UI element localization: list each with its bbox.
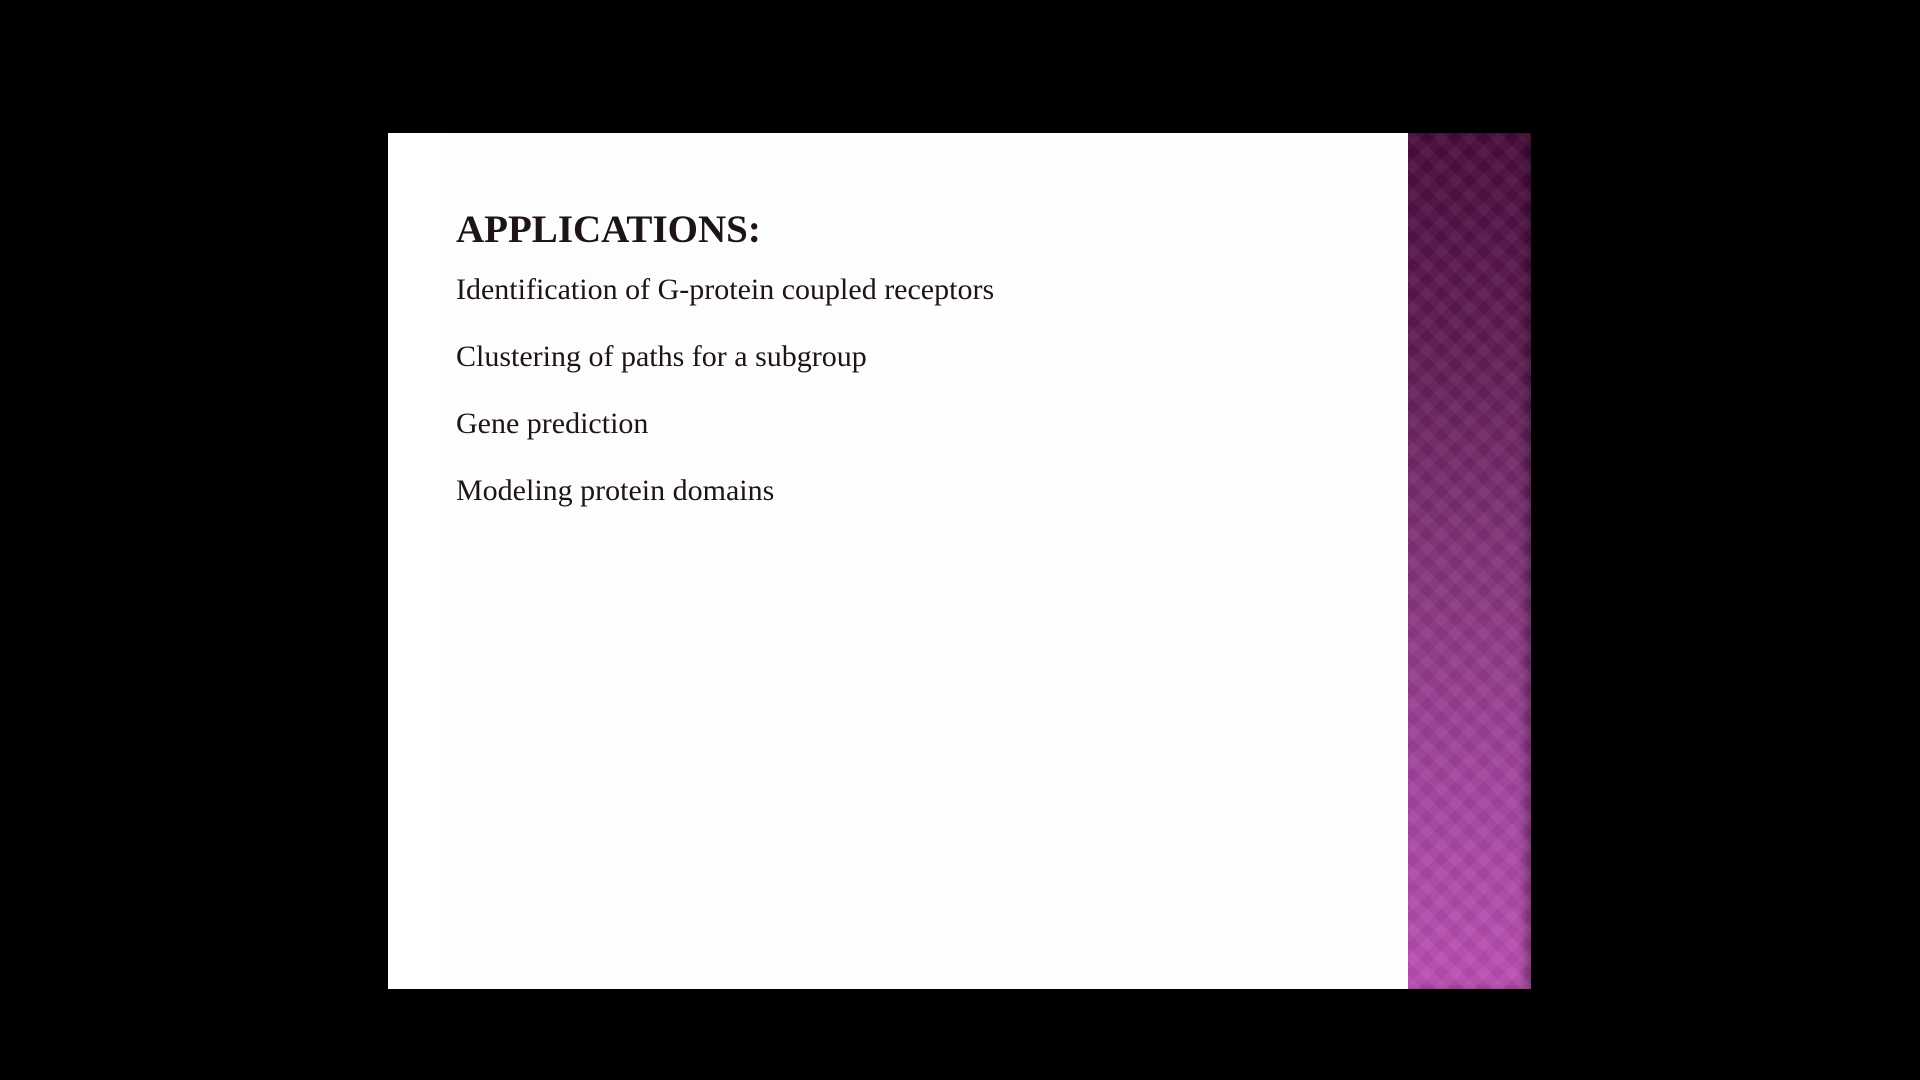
decorative-side-bar [1408, 133, 1531, 989]
slide-title: APPLICATIONS: [456, 208, 761, 251]
side-bar-texture [1408, 133, 1531, 989]
list-item: Modeling protein domains [456, 474, 775, 507]
list-item: Identification of G-protein coupled rece… [456, 273, 995, 306]
list-item: Gene prediction [456, 407, 649, 440]
slide: APPLICATIONS: Identification of G-protei… [388, 133, 1531, 989]
list-item: Clustering of paths for a subgroup [456, 340, 867, 373]
slide-content-area: APPLICATIONS: Identification of G-protei… [388, 133, 1408, 989]
presentation-screen: APPLICATIONS: Identification of G-protei… [0, 0, 1920, 1080]
bullet-list: Identification of G-protein coupled rece… [456, 273, 994, 541]
